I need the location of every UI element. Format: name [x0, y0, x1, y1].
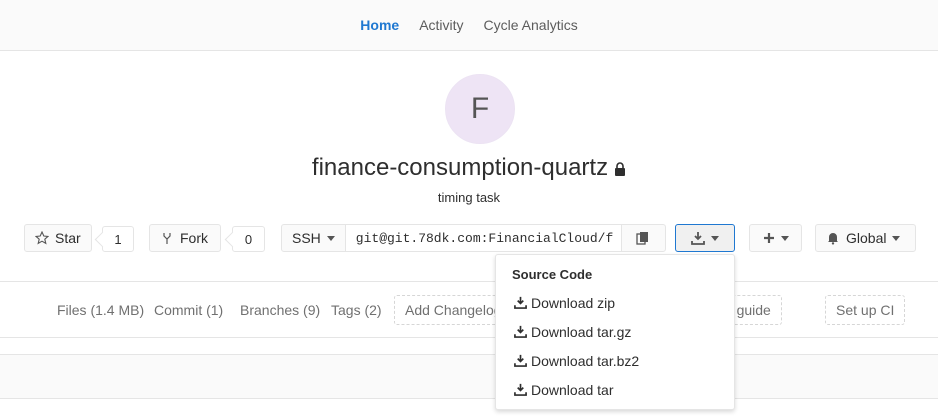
- clone-group: SSH git@git.78dk.com:FinancialCloud/f: [281, 224, 666, 252]
- download-button[interactable]: [675, 224, 735, 252]
- star-count[interactable]: 1: [102, 226, 134, 252]
- fork-icon: [163, 233, 171, 244]
- download-icon: [514, 383, 527, 396]
- download-icon: [514, 354, 527, 367]
- tab-cycle-analytics[interactable]: Cycle Analytics: [474, 0, 588, 51]
- clone-url-input[interactable]: git@git.78dk.com:FinancialCloud/f: [345, 224, 621, 252]
- files-link[interactable]: Files (1.4 MB): [57, 295, 144, 325]
- download-tar-item[interactable]: Download tar: [496, 375, 734, 404]
- lock-icon: [615, 161, 626, 176]
- new-item-button[interactable]: [749, 224, 802, 252]
- download-icon: [514, 296, 527, 309]
- chevron-down-icon: [711, 235, 719, 241]
- notification-button[interactable]: Global: [815, 224, 916, 252]
- divider: [0, 337, 938, 338]
- download-tar-label: Download tar: [531, 381, 614, 398]
- branches-link[interactable]: Branches (9): [240, 295, 320, 325]
- fork-label: Fork: [180, 230, 208, 246]
- clipboard-icon: [636, 232, 649, 245]
- download-zip-label: Download zip: [531, 294, 616, 311]
- download-dropdown-menu: Source Code Download zip Download tar.gz…: [495, 254, 735, 410]
- project-stats: Files (1.4 MB) Commit (1) Branches (9) T…: [0, 295, 938, 325]
- notification-label: Global: [846, 230, 887, 246]
- chevron-down-icon: [780, 235, 789, 241]
- download-targz-label: Download tar.gz: [531, 323, 632, 340]
- bell-icon: [828, 233, 838, 245]
- copy-button[interactable]: [620, 224, 666, 252]
- project-nav: Home Activity Cycle Analytics: [0, 0, 938, 51]
- download-tarbz2-item[interactable]: Download tar.bz2: [496, 346, 734, 375]
- chevron-down-icon: [892, 235, 901, 241]
- chevron-down-icon: [326, 235, 335, 241]
- commits-link[interactable]: Commit (1): [154, 295, 223, 325]
- fork-button[interactable]: Fork: [149, 224, 221, 252]
- content-bar: [0, 354, 938, 399]
- download-zip-item[interactable]: Download zip: [496, 288, 734, 317]
- tab-activity[interactable]: Activity: [409, 0, 473, 51]
- download-tarbz2-label: Download tar.bz2: [531, 352, 640, 369]
- download-icon: [691, 232, 705, 245]
- tab-home[interactable]: Home: [350, 0, 409, 51]
- project-description: timing task: [437, 190, 501, 205]
- divider: [0, 281, 938, 282]
- star-button[interactable]: Star: [24, 224, 92, 252]
- fork-count[interactable]: 0: [232, 226, 265, 252]
- protocol-label: SSH: [292, 230, 321, 246]
- tags-link[interactable]: Tags (2): [331, 295, 382, 325]
- plus-icon: [763, 233, 774, 243]
- project-avatar: F: [445, 74, 515, 144]
- download-targz-item[interactable]: Download tar.gz: [496, 317, 734, 346]
- dropdown-header: Source Code: [512, 267, 593, 282]
- star-label: Star: [55, 230, 81, 246]
- protocol-dropdown[interactable]: SSH: [281, 224, 346, 252]
- project-title: finance-consumption-quartz: [0, 152, 938, 184]
- download-icon: [514, 325, 527, 338]
- project-name: finance-consumption-quartz: [311, 154, 609, 181]
- star-icon: [35, 231, 49, 245]
- setup-ci-button[interactable]: Set up CI: [825, 295, 906, 325]
